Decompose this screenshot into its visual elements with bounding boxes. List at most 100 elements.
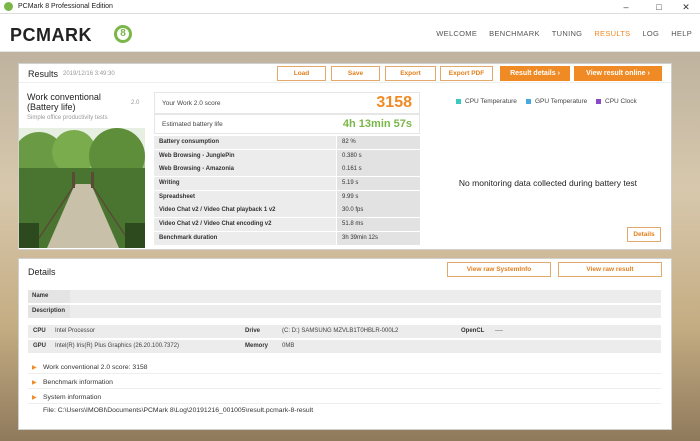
details-button[interactable]: Details (627, 227, 661, 242)
table-row: Video Chat v2 / Video Chat encoding v2 51… (154, 218, 420, 232)
table-row: Benchmark duration 3h 39min 12s (154, 231, 420, 246)
metric-name: Spreadsheet (154, 190, 336, 204)
view-raw-result-button[interactable]: View raw result (558, 262, 662, 277)
triangle-right-icon: ▶ (32, 380, 37, 386)
memory-label: Memory (245, 343, 269, 349)
maximize-button[interactable]: □ (645, 0, 673, 14)
table-row: Battery consumption 82 % (154, 136, 420, 150)
name-row (28, 290, 661, 303)
results-title: Results (28, 69, 59, 79)
view-raw-systeminfo-button[interactable]: View raw SystemInfo (447, 262, 551, 277)
score-value: 3158 (376, 94, 412, 111)
metric-name: Video Chat v2 / Video Chat encoding v2 (154, 218, 336, 232)
app-header: PCMARK 8 WELCOME BENCHMARK TUNING RESULT… (0, 14, 700, 52)
name-label: Name (32, 293, 49, 299)
test-subtitle: Simple office productivity tests (27, 115, 108, 121)
metric-name: Battery consumption (154, 136, 336, 149)
results-date: 2019/12/16 3:49:30 (63, 71, 115, 77)
pcmark-logo: PCMARK (10, 25, 92, 45)
table-row: Web Browsing - JunglePin 0.380 s (154, 149, 420, 164)
nav-results[interactable]: RESULTS (594, 29, 630, 38)
legend-label: GPU Temperature (535, 98, 588, 105)
pcmark-8-badge-icon: 8 (114, 25, 132, 43)
app-icon (4, 2, 13, 11)
metric-name: Web Browsing - JunglePin (154, 149, 336, 163)
legend-label: CPU Temperature (465, 98, 517, 105)
gpu-label: GPU (33, 343, 47, 349)
triangle-right-icon: ▶ (32, 365, 37, 371)
nav-help[interactable]: HELP (671, 29, 692, 38)
battery-label: Estimated battery life (162, 121, 223, 128)
metrics-table: Battery consumption 82 % Web Browsing - J… (154, 136, 420, 246)
expander-work-score[interactable]: ▶ Work conventional 2.0 score: 3158 (28, 361, 661, 374)
metric-value: 51.8 ms (337, 218, 420, 232)
export-pdf-button[interactable]: Export PDF (440, 66, 493, 81)
cpu-label: CPU (33, 328, 46, 334)
test-thumbnail-image (19, 128, 145, 248)
load-button[interactable]: Load (277, 66, 326, 81)
view-online-button[interactable]: View result online › (574, 66, 662, 81)
table-row: Writing 5.19 s (154, 177, 420, 191)
cpu-value: Intel Processor (55, 328, 96, 334)
no-monitoring-data-message: No monitoring data collected during batt… (458, 178, 638, 188)
metric-name: Web Browsing - Amazonia (154, 163, 336, 177)
window-title: PCMark 8 Professional Edition (18, 3, 113, 10)
description-label: Description (32, 308, 66, 314)
expander-benchmark-information[interactable]: ▶ Benchmark information (28, 376, 661, 389)
save-button[interactable]: Save (331, 66, 380, 81)
result-details-label: Result details (510, 70, 556, 77)
minimize-button[interactable]: – (612, 0, 640, 14)
metric-value: 3h 39min 12s (337, 231, 420, 245)
legend-label: CPU Clock (605, 98, 637, 105)
metric-name: Video Chat v2 / Video Chat playback 1 v2 (154, 204, 336, 218)
result-file-path: File: C:\Users\IMOBI\Documents\PCMark 8\… (43, 407, 314, 414)
details-title: Details (28, 267, 56, 277)
main-nav: WELCOME BENCHMARK TUNING RESULTS LOG HEL… (424, 29, 692, 38)
gpu-value: Intel(R) Iris(R) Plus Graphics (26.20.10… (55, 343, 180, 349)
metric-value: 9.99 s (337, 190, 420, 204)
legend-cpu-temperature[interactable]: CPU Temperature (456, 98, 517, 105)
legend-cpu-clock[interactable]: CPU Clock (596, 98, 637, 105)
metric-name: Benchmark duration (154, 231, 336, 245)
chevron-right-icon: › (647, 70, 650, 77)
description-row (28, 305, 661, 318)
export-button[interactable]: Export (385, 66, 436, 81)
score-label: Your Work 2.0 score (162, 100, 221, 107)
nav-log[interactable]: LOG (642, 29, 659, 38)
nav-welcome[interactable]: WELCOME (436, 29, 477, 38)
expander-label: Benchmark information (43, 379, 113, 386)
test-version: 2.0 (131, 100, 140, 106)
cpu-temperature-swatch (456, 99, 461, 104)
result-details-button[interactable]: Result details › (500, 66, 570, 81)
table-row: Video Chat v2 / Video Chat playback 1 v2… (154, 204, 420, 219)
test-name: Work conventional (Battery life) (27, 92, 101, 112)
table-row: Web Browsing - Amazonia 0.161 s (154, 163, 420, 178)
work-score-box: Your Work 2.0 score 3158 (154, 92, 420, 114)
opencl-value: ---- (495, 328, 503, 334)
metric-name: Writing (154, 177, 336, 191)
window-titlebar: PCMark 8 Professional Edition – □ ✕ (0, 0, 700, 14)
metric-value: 0.380 s (337, 149, 420, 163)
opencl-label: OpenCL (461, 328, 485, 334)
expander-label: Work conventional 2.0 score: 3158 (43, 364, 148, 371)
battery-value: 4h 13min 57s (342, 118, 412, 130)
table-row: Spreadsheet 9.99 s (154, 190, 420, 205)
drive-value: (C: D:) SAMSUNG MZVLB1T0HBLR-000L2 (282, 328, 399, 334)
gpu-temperature-swatch (526, 99, 531, 104)
metric-value: 0.161 s (337, 163, 420, 177)
legend-gpu-temperature[interactable]: GPU Temperature (526, 98, 587, 105)
triangle-right-icon: ▶ (32, 395, 37, 401)
expander-system-information[interactable]: ▶ System information (28, 391, 661, 404)
drive-label: Drive (245, 328, 261, 334)
close-button[interactable]: ✕ (672, 0, 700, 14)
expander-label: System information (43, 394, 102, 401)
nav-tuning[interactable]: TUNING (552, 29, 583, 38)
memory-value: 0MB (282, 343, 295, 349)
chevron-right-icon: › (557, 70, 560, 77)
battery-life-box: Estimated battery life 4h 13min 57s (154, 114, 420, 134)
metric-value: 82 % (337, 136, 420, 149)
metric-value: 30.0 fps (337, 204, 420, 218)
metric-value: 5.19 s (337, 177, 420, 191)
cpu-clock-swatch (596, 99, 601, 104)
nav-benchmark[interactable]: BENCHMARK (489, 29, 540, 38)
